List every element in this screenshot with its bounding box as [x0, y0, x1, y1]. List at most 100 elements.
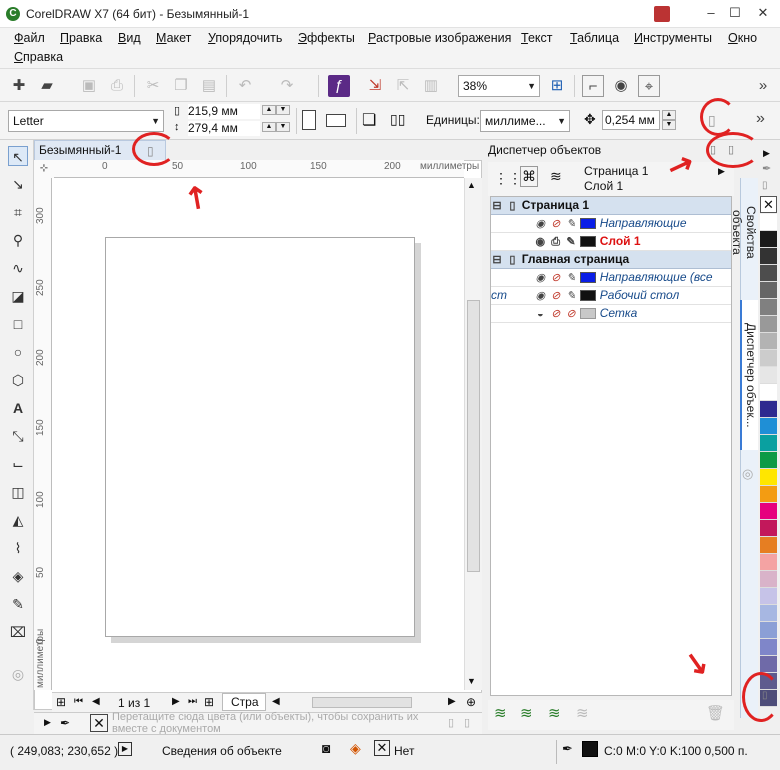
menu-layout[interactable]: Макет [156, 31, 191, 45]
horizontal-ruler[interactable]: 0 50 100 150 200 миллиметры [54, 160, 479, 178]
palette-swatch[interactable] [760, 384, 777, 401]
drop-shadow-tool-icon[interactable]: ◫ [8, 482, 28, 502]
palette-swatch[interactable] [760, 605, 777, 622]
palette-swatch[interactable] [760, 435, 777, 452]
layer-color-swatch[interactable] [580, 290, 597, 302]
paste-icon[interactable]: ▤ [198, 75, 220, 97]
print-disabled-icon[interactable]: ⊘ [550, 306, 562, 323]
outline-pen-tool-icon[interactable]: ✎ [8, 594, 28, 614]
scroll-left-icon[interactable]: ◀ [272, 696, 280, 707]
page-width-field[interactable]: 215,9 мм [188, 104, 260, 119]
export-icon[interactable]: ⇱ [392, 75, 414, 97]
palette-scroll-icon[interactable]: ▶ [44, 717, 51, 728]
page-tab[interactable]: Стра [222, 693, 266, 711]
zoom-to-page-icon[interactable]: ⊞ [546, 75, 568, 97]
pick-tool-icon[interactable]: ↖ [8, 146, 28, 166]
menu-effects[interactable]: Эффекты [298, 31, 355, 45]
menu-tools[interactable]: Инструменты [634, 31, 712, 45]
toolbox-options-icon[interactable]: ◎ [8, 664, 28, 684]
layer-color-swatch[interactable] [580, 272, 597, 284]
nudge-spin-up[interactable]: ▲ [662, 110, 676, 120]
edit-pencil-icon[interactable]: ✎ [565, 270, 577, 287]
palette-options-icon[interactable]: ▯ [762, 180, 768, 191]
move-to-layer-icon[interactable]: ≋ [576, 704, 589, 722]
tree-layer-row[interactable]: ◉ ⊘ ✎ Направляющие [491, 215, 731, 233]
previous-page-icon[interactable]: ◀ [92, 696, 100, 707]
palette-swatch[interactable] [760, 333, 777, 350]
dimension-tool-icon[interactable]: ⤡ [8, 426, 28, 446]
palette-menu-icon[interactable]: ▯ [464, 716, 470, 729]
palette-swatch[interactable] [760, 367, 777, 384]
tree-layer-row[interactable]: ◉ ⊘ ✎ Рабочий стол [491, 287, 731, 305]
docker-options-icon[interactable]: ◎ [742, 466, 753, 482]
cut-icon[interactable]: ✂ [142, 75, 164, 97]
menu-window[interactable]: Окно [728, 31, 757, 45]
scroll-up-icon[interactable]: ▲ [467, 180, 476, 190]
flyout-arrow-icon[interactable]: ▶ [718, 166, 725, 177]
palette-swatch[interactable] [760, 520, 777, 537]
play-icon[interactable]: ▶ [118, 742, 132, 756]
print-icon[interactable]: ⎙ [106, 75, 128, 97]
menu-file[interactable]: Файл [14, 31, 45, 45]
visibility-eye-icon[interactable]: ◒ [534, 306, 546, 323]
rectangle-tool-icon[interactable]: □ [8, 314, 28, 334]
save-icon[interactable]: ▣ [78, 75, 100, 97]
add-page-icon[interactable]: ⊞ [56, 695, 66, 709]
zoom-tool-icon[interactable]: ⚲ [8, 230, 28, 250]
layer-manager-view-icon[interactable]: ≋ [550, 168, 562, 185]
menu-help[interactable]: Справка [14, 50, 63, 64]
print-disabled-icon[interactable]: ⊘ [550, 216, 562, 233]
edit-disabled-icon[interactable]: ⊘ [565, 306, 577, 323]
palette-swatch[interactable] [760, 656, 777, 673]
collapse-icon[interactable]: ⊟ [491, 198, 503, 215]
new-master-layer-all-icon[interactable]: ≋ [548, 704, 561, 722]
document-page[interactable] [105, 237, 415, 637]
scroll-down-icon[interactable]: ▼ [467, 676, 476, 686]
connector-tool-icon[interactable]: ⌙ [8, 454, 28, 474]
document-palette[interactable]: ▶ ✒ ✕ Перетащите сюда цвета (или объекты… [34, 711, 482, 735]
edit-pencil-icon[interactable]: ✎ [565, 288, 577, 305]
new-document-icon[interactable]: ✚ [8, 75, 30, 97]
open-folder-icon[interactable]: ▰ [36, 75, 58, 97]
tree-layer-row[interactable]: ◒ ⊘ ⊘ Сетка [491, 305, 731, 323]
snap-to-icon[interactable]: ⌖ [638, 75, 660, 97]
last-page-icon[interactable]: ⏭ [188, 696, 197, 707]
palette-eyedropper-icon[interactable]: ✒ [762, 162, 771, 175]
crop-tool-icon[interactable]: ⌗ [8, 202, 28, 222]
layer-color-swatch[interactable] [580, 308, 597, 320]
tab-object-manager[interactable]: Диспетчер объек... [740, 300, 758, 450]
eyedropper-icon[interactable]: ✒ [60, 716, 70, 730]
palette-swatch[interactable] [760, 350, 777, 367]
menu-edit[interactable]: Правка [60, 31, 102, 45]
vertical-ruler[interactable]: 300 250 200 150 100 50 0 миллиметры [34, 178, 52, 690]
palette-swatch[interactable] [760, 418, 777, 435]
shape-tool-icon[interactable]: ↘ [8, 174, 28, 194]
rulers-toggle-icon[interactable]: ⌐ [582, 75, 604, 97]
palette-swatch[interactable] [760, 401, 777, 418]
palette-swatch[interactable] [760, 214, 777, 231]
add-page-after-icon[interactable]: ⊞ [204, 695, 214, 709]
visibility-eye-icon[interactable]: ◉ [534, 234, 546, 251]
zoom-level-combo[interactable]: 38% ▼ [458, 75, 540, 97]
new-layer-icon[interactable]: ≋ [494, 704, 507, 722]
landscape-orientation-icon[interactable] [326, 114, 346, 127]
tree-layer-row-active[interactable]: ◉ ⎙ ✎ Слой 1 [491, 233, 731, 251]
user-account-icon[interactable] [654, 6, 670, 22]
interactive-fill-tool-icon[interactable]: ◈ [8, 566, 28, 586]
palette-swatch[interactable] [760, 452, 777, 469]
palette-scroll-up-icon[interactable]: ▶ [763, 148, 770, 159]
fill-bucket-icon[interactable]: ◈ [350, 740, 361, 757]
ruler-origin-icon[interactable]: ⊹ [34, 160, 54, 178]
print-disabled-icon[interactable]: ⊘ [550, 270, 562, 287]
collapse-icon[interactable]: ⊟ [491, 252, 503, 269]
palette-swatch[interactable] [760, 571, 777, 588]
visibility-eye-icon[interactable]: ◉ [534, 270, 546, 287]
menu-text[interactable]: Текст [521, 31, 552, 45]
visibility-eye-icon[interactable]: ◉ [534, 288, 546, 305]
palette-swatch[interactable] [760, 265, 777, 282]
smart-drawing-tool-icon[interactable]: ⌧ [8, 622, 28, 642]
copy-icon[interactable]: ❐ [170, 75, 192, 97]
page-height-field[interactable]: 279,4 мм [188, 121, 260, 136]
layer-color-swatch[interactable] [580, 236, 597, 248]
palette-swatch[interactable] [760, 622, 777, 639]
